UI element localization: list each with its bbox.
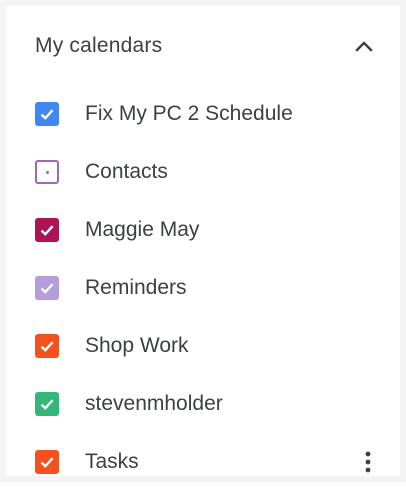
calendar-item-shop-work[interactable]: Shop Work	[6, 317, 400, 375]
my-calendars-header[interactable]: My calendars	[6, 24, 400, 68]
calendar-label: Reminders	[85, 276, 187, 299]
calendar-label: stevenmholder	[85, 392, 223, 415]
my-calendars-panel: My calendars Fix My PC 2 Schedule Contac…	[6, 6, 400, 476]
calendar-label: Contacts	[85, 160, 168, 183]
checkmark-icon	[40, 225, 54, 236]
calendar-list: Fix My PC 2 Schedule Contacts Maggie May…	[6, 85, 400, 491]
calendar-label: Fix My PC 2 Schedule	[85, 102, 293, 125]
more-vert-icon[interactable]	[354, 448, 382, 476]
calendar-item-stevenmholder[interactable]: stevenmholder	[6, 375, 400, 433]
calendar-checkbox[interactable]	[35, 218, 59, 242]
calendar-item-tasks[interactable]: Tasks	[6, 433, 400, 491]
checkmark-icon	[40, 283, 54, 294]
calendar-checkbox[interactable]	[35, 334, 59, 358]
calendar-label: Maggie May	[85, 218, 200, 241]
calendar-label: Tasks	[85, 450, 139, 473]
calendar-checkbox[interactable]	[35, 276, 59, 300]
checkmark-icon	[40, 457, 54, 468]
calendar-label: Shop Work	[85, 334, 189, 357]
checkmark-icon	[40, 399, 54, 410]
section-title: My calendars	[35, 34, 163, 57]
calendar-item-maggie-may[interactable]: Maggie May	[6, 201, 400, 259]
calendar-item-reminders[interactable]: Reminders	[6, 259, 400, 317]
calendar-item-contacts[interactable]: Contacts	[6, 143, 400, 201]
calendar-item-fix-my-pc-2-schedule[interactable]: Fix My PC 2 Schedule	[6, 85, 400, 143]
calendar-checkbox[interactable]	[35, 450, 59, 474]
checkmark-icon	[40, 109, 54, 120]
calendar-checkbox[interactable]	[35, 102, 59, 126]
checkbox-dot	[45, 170, 49, 174]
calendar-checkbox[interactable]	[35, 392, 59, 416]
checkmark-icon	[40, 341, 54, 352]
calendar-checkbox[interactable]	[35, 160, 59, 184]
chevron-up-icon[interactable]	[350, 32, 378, 60]
